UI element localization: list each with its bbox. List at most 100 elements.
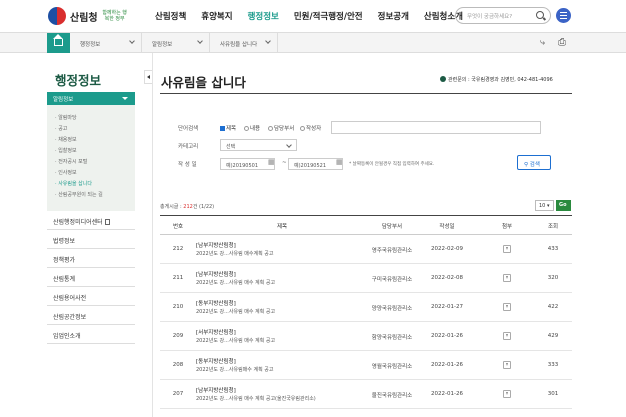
nav-administration-info[interactable]: 행정정보 bbox=[248, 10, 279, 22]
print-icon[interactable]: ⎙ bbox=[558, 37, 566, 48]
row-title-link[interactable]: 2022년도 강...사유림 매수 계획 공고(울진국유림관리소) bbox=[196, 395, 316, 402]
option-author-radio[interactable]: 작성자 bbox=[300, 124, 321, 132]
keyword-input[interactable] bbox=[331, 121, 541, 134]
table-row[interactable]: 211 [남부지방산림청] 2022년도 강...사유림 매수 계획 공고 구미… bbox=[160, 264, 572, 293]
option-title-checkbox[interactable]: 제목 bbox=[220, 124, 236, 132]
all-menu-button[interactable] bbox=[556, 8, 571, 23]
row-title-link[interactable]: 2022년도 강...사유림 매수 계획 공고 bbox=[196, 337, 275, 344]
breadcrumb-label: 행정정보 bbox=[80, 42, 101, 48]
sidebar-item-label: 정책평가 bbox=[53, 257, 76, 264]
column-header: 작성일 bbox=[439, 224, 455, 230]
submenu-item-personnel[interactable]: · 인사정보 bbox=[55, 169, 77, 176]
submenu-label: 사유림을 삽니다 bbox=[58, 181, 92, 187]
submenu-label: 채용정보 bbox=[58, 137, 77, 143]
site-logo[interactable]: 산림청 함께하는 행복한 정부 bbox=[48, 7, 129, 25]
sidebar-item-policy-evaluation[interactable]: 정책평가 bbox=[47, 249, 135, 268]
column-header: 담당부서 bbox=[381, 224, 403, 230]
row-views: 301 bbox=[547, 391, 559, 397]
table-row[interactable]: 210 [동부지방산림청] 2022년도 강...사유림 매수 계획 공고 양양… bbox=[160, 293, 572, 322]
breadcrumb-level2[interactable]: 알림정보 bbox=[142, 33, 210, 53]
home-icon bbox=[53, 34, 63, 46]
calendar-icon[interactable]: ▦ bbox=[268, 158, 278, 168]
category-select[interactable]: 선택 bbox=[220, 139, 297, 151]
row-tag: [남부지방산림청] bbox=[196, 243, 236, 249]
download-icon[interactable] bbox=[503, 303, 511, 311]
submenu-item-e-disclosure[interactable]: · 전자공시 포털 bbox=[55, 158, 87, 165]
breadcrumb-level3[interactable]: 사유림을 삽니다 bbox=[210, 33, 278, 53]
download-icon[interactable] bbox=[503, 245, 511, 253]
download-icon[interactable] bbox=[503, 332, 511, 340]
row-dept: 울진국유림관리소 bbox=[371, 393, 413, 399]
sidebar-section-notice[interactable]: 알림정보 bbox=[47, 92, 135, 105]
hamburger-icon bbox=[560, 12, 567, 13]
date-to-input[interactable]: 예)20190521 bbox=[288, 158, 343, 170]
row-title-link[interactable]: 2022년도 강...사유림매수 계획 공고 bbox=[196, 366, 273, 373]
home-button[interactable] bbox=[47, 33, 70, 53]
download-icon[interactable] bbox=[503, 274, 511, 282]
nav-civil-service[interactable]: 민원/적극행정/안전 bbox=[294, 10, 363, 22]
row-date: 2022-02-08 bbox=[431, 275, 463, 281]
row-title-link[interactable]: 2022년도 강...사유림 매수 계획 공고 bbox=[196, 308, 275, 315]
search-button[interactable]: ⚲ 검색 bbox=[517, 155, 551, 170]
row-date: 2022-01-27 bbox=[431, 304, 463, 310]
submenu-label: 알림마당 bbox=[58, 115, 77, 121]
contact-text: 관련문의 : 국유림경영과 김영민, 042-481-4096 bbox=[448, 77, 553, 83]
hamburger-icon-line bbox=[560, 15, 567, 16]
logo-text: 산림청 bbox=[70, 12, 98, 24]
row-tag: [남부지방산림청] bbox=[196, 272, 236, 278]
logo-slogan: 함께하는 행복한 정부 bbox=[102, 10, 127, 22]
table-header: 번호 제목 담당부서 작성일 첨부 조회 bbox=[160, 215, 572, 235]
submenu-item-announcement[interactable]: · 공고 bbox=[55, 125, 67, 132]
hamburger-icon-line bbox=[560, 18, 567, 19]
sidebar-item-forester-intro[interactable]: 임업인소개 bbox=[47, 325, 135, 344]
row-date: 2022-01-26 bbox=[431, 362, 463, 368]
option-dept-radio[interactable]: 담당부서 bbox=[268, 124, 294, 132]
search-button-label: 검색 bbox=[529, 162, 540, 168]
submenu-item-buy-private-forest[interactable]: · 사유림을 삽니다 bbox=[55, 180, 92, 187]
page-size-select[interactable]: 10 ▾ bbox=[535, 200, 554, 211]
sidebar-item-statistics[interactable]: 산림통계 bbox=[47, 268, 135, 287]
sidebar-item-spatial-info[interactable]: 산림공간정보 bbox=[47, 306, 135, 325]
total-prefix: 총게시글 : bbox=[160, 204, 184, 210]
total-number: 212 bbox=[183, 204, 193, 210]
search-icon[interactable] bbox=[536, 11, 544, 19]
sidebar-item-label: 임업인소개 bbox=[53, 333, 81, 340]
table-row[interactable]: 207 [남부지방산림청] 2022년도 강...사유림 매수 계획 공고(울진… bbox=[160, 380, 572, 409]
breadcrumb: 행정정보 알림정보 사유림을 삽니다 ⤷ ⎙ bbox=[0, 32, 626, 53]
total-suffix: 건 (1/22) bbox=[192, 204, 215, 210]
page-title: 사유림을 삽니다 bbox=[161, 75, 246, 90]
submenu-item-notice-board[interactable]: · 알림마당 bbox=[55, 114, 77, 121]
row-title-link[interactable]: 2022년도 강...사유림 매수계획 공고 bbox=[196, 250, 273, 257]
government-emblem-icon bbox=[48, 7, 66, 25]
go-button[interactable]: Go bbox=[556, 200, 571, 211]
share-icon[interactable]: ⤷ bbox=[540, 38, 545, 48]
table-row[interactable]: 212 [남부지방산림청] 2022년도 강...사유림 매수계획 공고 영주국… bbox=[160, 235, 572, 264]
sidebar-item-law[interactable]: 법령정보 bbox=[47, 230, 135, 249]
option-label: 내용 bbox=[250, 126, 261, 132]
download-icon[interactable] bbox=[503, 390, 511, 398]
option-label: 제목 bbox=[226, 126, 237, 132]
table-row[interactable]: 208 [동부지방산림청] 2022년도 강...사유림매수 계획 공고 영월국… bbox=[160, 351, 572, 380]
nav-info-disclosure[interactable]: 정보공개 bbox=[378, 10, 409, 22]
nav-forest-policy[interactable]: 산림정책 bbox=[155, 10, 186, 22]
submenu-item-recruitment[interactable]: · 채용정보 bbox=[55, 136, 77, 143]
nav-recreation-welfare[interactable]: 휴양복지 bbox=[201, 10, 232, 22]
row-views: 429 bbox=[547, 333, 559, 339]
download-icon[interactable] bbox=[503, 361, 511, 369]
row-date: 2022-02-09 bbox=[431, 246, 463, 252]
breadcrumb-level1[interactable]: 행정정보 bbox=[70, 33, 142, 53]
sidebar-item-media-center[interactable]: 산림행정미디어센터 bbox=[47, 211, 135, 230]
date-to-placeholder: 예)20190521 bbox=[294, 163, 327, 169]
table-row[interactable]: 209 [서부지방산림청] 2022년도 강...사유림 매수 계획 공고 함양… bbox=[160, 322, 572, 351]
submenu-item-bidding[interactable]: · 입찰정보 bbox=[55, 147, 77, 154]
sidebar-item-glossary[interactable]: 산림용어사전 bbox=[47, 287, 135, 306]
site-search-input[interactable]: 무엇이 궁금하세요? bbox=[455, 7, 551, 24]
row-number: 209 bbox=[172, 333, 184, 339]
submenu-item-careers[interactable]: · 산림공무원이 되는 길 bbox=[55, 191, 103, 198]
row-title-link[interactable]: 2022년도 강...사유림 매수 계획 공고 bbox=[196, 279, 275, 286]
option-content-radio[interactable]: 내용 bbox=[244, 124, 260, 132]
sidebar-item-label: 산림용어사전 bbox=[53, 295, 87, 302]
date-from-input[interactable]: 예)20190501 bbox=[220, 158, 275, 170]
row-dept: 함양국유림관리소 bbox=[371, 335, 413, 341]
calendar-icon[interactable]: ▦ bbox=[336, 158, 346, 168]
